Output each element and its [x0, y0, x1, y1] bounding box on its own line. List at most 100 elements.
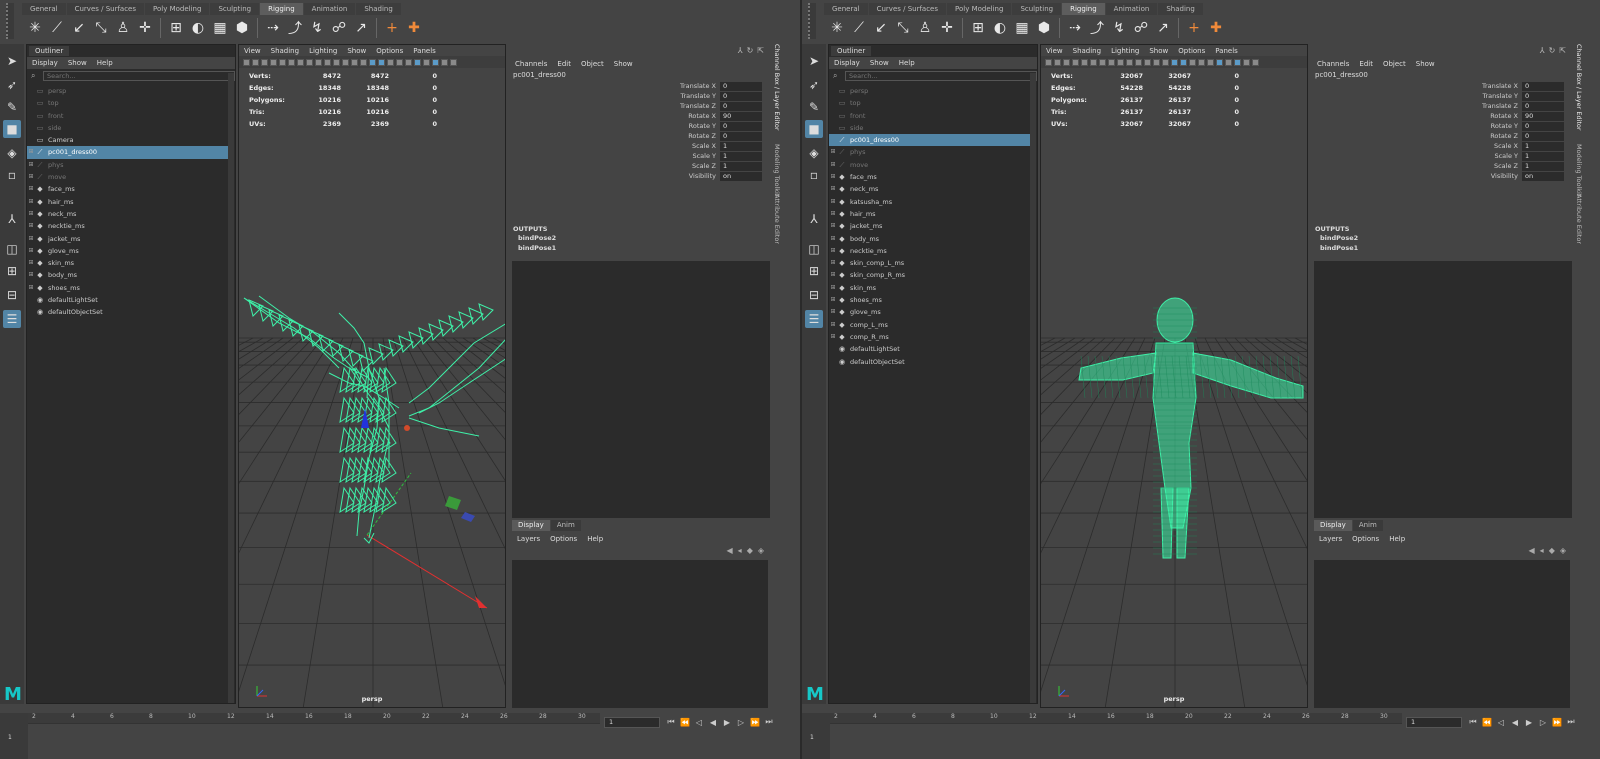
- outliner-item[interactable]: ⊞ ◆ hair_ms: [829, 208, 1031, 220]
- step-forward-frame-icon[interactable]: ▷: [1536, 715, 1550, 729]
- layer-editor-menu-item[interactable]: Help: [582, 533, 608, 544]
- outliner-item[interactable]: ⊞ ◆ body_ms: [829, 233, 1031, 245]
- blend-shape-icon[interactable]: ⤴: [1086, 17, 1108, 39]
- viewport-toolbar-icon[interactable]: [1234, 58, 1241, 66]
- viewport-toolbar-icon[interactable]: [261, 58, 268, 66]
- expand-icon[interactable]: ⊞: [829, 269, 837, 281]
- channel-value-field[interactable]: on: [720, 171, 762, 181]
- outliner-item[interactable]: ⊞ ◆ body_ms: [27, 269, 229, 281]
- outliner-item[interactable]: ⊞ ◆ glove_ms: [27, 245, 229, 257]
- outliner-menu-item[interactable]: Show: [865, 57, 894, 69]
- expand-icon[interactable]: ⊞: [27, 282, 35, 294]
- step-back-key-icon[interactable]: ⏪: [1480, 715, 1494, 729]
- viewport-toolbar-icon[interactable]: [1180, 58, 1187, 66]
- refresh-icon[interactable]: ↻: [1549, 46, 1556, 55]
- outliner-search-input[interactable]: [845, 71, 1037, 81]
- channel-row[interactable]: Rotate X 90: [1312, 111, 1574, 121]
- select-tool-icon[interactable]: ➤: [805, 52, 823, 70]
- expand-icon[interactable]: ⊞: [829, 146, 837, 158]
- outliner-item[interactable]: ⊞ ◆ skin_ms: [829, 282, 1031, 294]
- viewport-toolbar-icon[interactable]: [1072, 58, 1079, 66]
- shelf-tab[interactable]: Animation: [1105, 3, 1158, 15]
- outliner-menu-item[interactable]: Display: [27, 57, 63, 69]
- move-tool-icon[interactable]: ■: [805, 120, 823, 138]
- outliner-item[interactable]: ⊞ ◆ shoes_ms: [829, 294, 1031, 306]
- outliner-item[interactable]: ⊞ ◆ face_ms: [27, 183, 229, 195]
- sculpt-deformer-icon[interactable]: ↗: [350, 17, 372, 39]
- viewport-menu-item[interactable]: Panels: [1210, 45, 1243, 56]
- outliner-item[interactable]: ◉ defaultLightSet: [27, 294, 229, 306]
- viewport-toolbar-icon[interactable]: [1216, 58, 1223, 66]
- outliner-item[interactable]: ▭ top: [27, 97, 229, 109]
- outliner-item[interactable]: ⊞ ⟋ pc001_dress00: [27, 146, 229, 159]
- channel-label[interactable]: Rotate X: [510, 112, 720, 120]
- paint-weights-icon[interactable]: ▦: [209, 17, 231, 39]
- channel-label[interactable]: Translate X: [1312, 82, 1522, 90]
- outliner-item[interactable]: ⊞ ◆ comp_L_ms: [829, 319, 1031, 331]
- expand-icon[interactable]: ⊞: [27, 196, 35, 208]
- step-forward-key-icon[interactable]: ⏩: [1550, 715, 1564, 729]
- outliner-item[interactable]: ▭ side: [829, 122, 1031, 134]
- expand-icon[interactable]: ⊞: [829, 245, 837, 257]
- outliner-item[interactable]: ⊞ ◆ hair_ms: [27, 196, 229, 208]
- expand-icon[interactable]: ⊞: [829, 220, 837, 232]
- channel-value-field[interactable]: 0: [1522, 101, 1564, 111]
- expand-icon[interactable]: ⊞: [27, 183, 35, 195]
- outliner-item[interactable]: ◉ defaultLightSet: [829, 343, 1031, 355]
- viewport-toolbar-icon[interactable]: [441, 58, 448, 66]
- viewport-toolbar-icon[interactable]: [1045, 58, 1052, 66]
- viewport-toolbar-icon[interactable]: [1243, 58, 1250, 66]
- outliner-item[interactable]: ▭ persp: [27, 85, 229, 97]
- channel-value-field[interactable]: 0: [720, 131, 762, 141]
- float-panel-icon[interactable]: ⇱: [1559, 46, 1566, 55]
- viewport-toolbar-icon[interactable]: [1207, 58, 1214, 66]
- channel-row[interactable]: Translate Z0: [1312, 101, 1574, 111]
- viewport-menu-item[interactable]: Shading: [266, 45, 304, 56]
- current-frame-field[interactable]: [1406, 717, 1462, 728]
- expand-icon[interactable]: ⊞: [27, 208, 35, 220]
- outliner-item[interactable]: ◉ defaultObjectSet: [829, 356, 1031, 368]
- channel-label[interactable]: Scale X: [1312, 142, 1522, 150]
- channel-box-menu-item[interactable]: Edit: [552, 58, 576, 70]
- channel-value-field[interactable]: 0: [720, 121, 762, 131]
- shelf-tab[interactable]: Shading: [356, 3, 401, 15]
- channel-label[interactable]: Scale X: [510, 142, 720, 150]
- outliner-item[interactable]: ⊞ ◆ jacket_ms: [27, 233, 229, 245]
- timeline-track[interactable]: [28, 723, 600, 759]
- channel-label[interactable]: Translate Z: [510, 102, 720, 110]
- channel-value-field[interactable]: 0: [1522, 91, 1564, 101]
- expand-icon[interactable]: ⊞: [829, 257, 837, 269]
- current-frame-field[interactable]: [604, 717, 660, 728]
- single-perspective-view-icon[interactable]: ◫: [3, 240, 21, 258]
- channel-box-menu-item[interactable]: Show: [609, 58, 638, 70]
- layer-editor-tab[interactable]: Display: [512, 520, 550, 531]
- expand-icon[interactable]: ⊞: [27, 220, 35, 232]
- viewport-menu-item[interactable]: Options: [371, 45, 408, 56]
- outliner-item[interactable]: ⊞ ⟋ phys: [829, 146, 1031, 158]
- shelf-tab[interactable]: Rigging: [1062, 3, 1105, 15]
- viewport-toolbar-icon[interactable]: [450, 58, 457, 66]
- viewport-toolbar-icon[interactable]: [1108, 58, 1115, 66]
- channel-label[interactable]: Visibility: [510, 172, 720, 180]
- time-slider[interactable]: 2 4 6 8 10 12 14 16 18 20 22 24 26 28 30: [28, 713, 600, 759]
- channel-label[interactable]: Visibility: [1312, 172, 1522, 180]
- locator-icon[interactable]: +: [381, 17, 403, 39]
- channel-row[interactable]: Visibility on: [1312, 171, 1574, 181]
- expand-icon[interactable]: ⊞: [829, 319, 837, 331]
- layer-editor-tab[interactable]: Display: [1314, 520, 1352, 531]
- move-layer-down-icon[interactable]: ◂: [738, 546, 742, 555]
- channel-row[interactable]: Translate X0: [510, 81, 772, 91]
- output-node[interactable]: bindPose1: [1315, 243, 1358, 253]
- layout-list-icon[interactable]: ☰: [805, 310, 823, 328]
- play-backwards-icon[interactable]: ◀: [706, 715, 720, 729]
- channel-row[interactable]: Rotate Z0: [510, 131, 772, 141]
- channel-value-field[interactable]: 0: [720, 91, 762, 101]
- lattice-icon[interactable]: ⬢: [1033, 17, 1055, 39]
- channel-label[interactable]: Rotate Z: [510, 132, 720, 140]
- locator-icon[interactable]: +: [1183, 17, 1205, 39]
- channel-box-menu-item[interactable]: Channels: [510, 58, 552, 70]
- quick-rig-icon[interactable]: ✛: [134, 17, 156, 39]
- viewport-menu-item[interactable]: View: [239, 45, 266, 56]
- ik-handle-icon[interactable]: ⟋: [46, 17, 68, 39]
- outliner-item[interactable]: ▭ top: [829, 97, 1031, 109]
